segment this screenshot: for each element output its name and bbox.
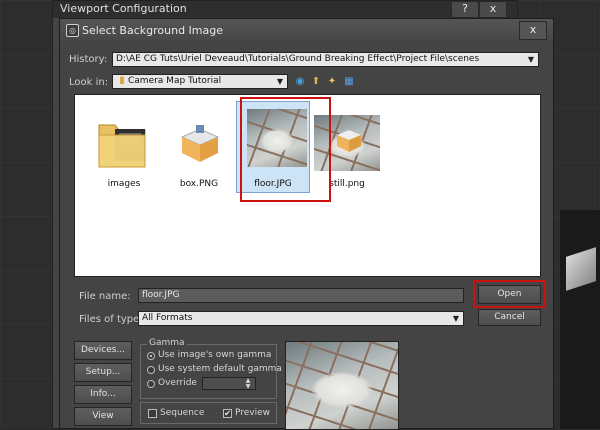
gamma-override-radio[interactable] [147, 380, 155, 388]
highlight-box-floor [240, 97, 331, 202]
help-button[interactable]: ? [451, 1, 479, 18]
history-label: History: [69, 54, 108, 65]
viewport-right-panel [560, 210, 600, 429]
files-of-type-label: Files of type: [79, 314, 143, 325]
preview-label: Preview [235, 408, 271, 418]
sequence-label: Sequence [160, 408, 205, 418]
gamma-own-radio[interactable] [147, 352, 155, 360]
dialog-title: Select Background Image [82, 24, 224, 37]
look-in-value: Camera Map Tutorial [128, 76, 222, 86]
outer-window-title: Viewport Configuration [60, 2, 187, 15]
up-folder-icon[interactable]: ⬆ [310, 76, 322, 88]
file-name-field-label: File name: [79, 291, 131, 302]
look-in-label: Look in: [69, 77, 109, 88]
outer-title-bar: Viewport Configuration ? x [53, 1, 517, 18]
spinner-arrows-icon: ▲ ▼ [245, 377, 251, 390]
select-background-image-dialog: ◎ Select Background Image x History: D:\… [59, 18, 554, 430]
image-thumbnail-box [170, 115, 228, 171]
gamma-system-label: Use system default gamma [158, 364, 282, 374]
gamma-own-label: Use image's own gamma [158, 350, 272, 360]
file-name-label: box.PNG [179, 179, 219, 189]
file-item-box[interactable]: box.PNG [163, 100, 235, 190]
files-of-type-value: All Formats [142, 313, 193, 323]
chevron-down-icon: ▼ [276, 77, 284, 86]
devices-button[interactable]: Devices... [74, 341, 132, 360]
sequence-checkbox[interactable] [148, 409, 157, 418]
preview-checkbox[interactable]: ✔ [223, 409, 232, 418]
cancel-button[interactable]: Cancel [478, 309, 541, 326]
back-icon[interactable]: ◉ [294, 76, 306, 88]
outer-close-button[interactable]: x [479, 1, 507, 18]
file-name-input[interactable]: floor.JPG [138, 288, 464, 303]
view-menu-icon[interactable]: ▦ [343, 76, 355, 88]
history-dropdown[interactable]: D:\AE CG Tuts\Uriel Deveaud\Tutorials\Gr… [112, 52, 539, 67]
image-preview [285, 341, 399, 430]
folder-icon [95, 115, 153, 171]
dialog-close-button[interactable]: x [519, 21, 547, 40]
gamma-system-radio[interactable] [147, 366, 155, 374]
new-folder-icon[interactable]: ✦ [326, 76, 338, 88]
folder-icon: ▮ [119, 75, 125, 86]
gamma-group-title: Gamma [147, 338, 187, 348]
view-button[interactable]: View [74, 407, 132, 426]
highlight-box-open [473, 280, 546, 308]
gamma-override-label: Override [158, 378, 197, 388]
dialog-app-icon: ◎ [66, 24, 79, 37]
setup-button[interactable]: Setup... [74, 363, 132, 382]
history-value: D:\AE CG Tuts\Uriel Deveaud\Tutorials\Gr… [116, 54, 480, 64]
look-in-dropdown[interactable]: ▮ Camera Map Tutorial ▼ [112, 74, 288, 89]
gamma-override-spinner[interactable]: ▲ ▼ [202, 377, 256, 390]
files-of-type-dropdown[interactable]: All Formats ▼ [138, 311, 464, 326]
chevron-down-icon: ▼ [527, 55, 535, 64]
file-item-images[interactable]: images [88, 100, 160, 190]
dialog-title-bar: ◎ Select Background Image x [60, 19, 553, 41]
file-name-label: images [107, 179, 141, 189]
chevron-down-icon: ▼ [452, 314, 460, 323]
info-button[interactable]: Info... [74, 385, 132, 404]
